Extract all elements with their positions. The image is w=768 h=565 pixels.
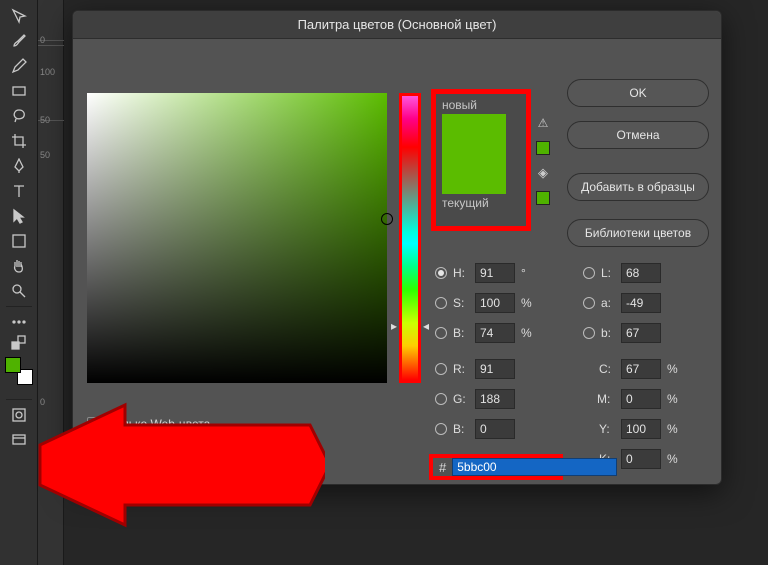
current-color-label: текущий [442, 196, 520, 210]
radio-a[interactable] [583, 297, 595, 309]
input-lb[interactable] [621, 323, 661, 343]
ruler-tick: 0 [40, 35, 45, 45]
zoom-tool-icon[interactable] [3, 279, 35, 303]
label-h: H: [453, 266, 465, 280]
web-only-label: Только Web-цвета [109, 417, 210, 431]
radio-h[interactable] [435, 267, 447, 279]
ok-button[interactable]: OK [567, 79, 709, 107]
label-r: R: [453, 362, 465, 376]
websafe-warning-icon[interactable]: ◈ [535, 165, 551, 181]
input-h[interactable] [475, 263, 515, 283]
color-field[interactable] [87, 93, 387, 383]
new-color-swatch[interactable] [442, 114, 506, 154]
web-only-checkbox[interactable] [87, 417, 101, 431]
vertical-ruler: 0 50 100 50 0 50 [38, 0, 64, 565]
gamut-nearest-swatch[interactable] [536, 141, 550, 155]
gamut-warning-icon[interactable]: ⚠ [535, 115, 551, 131]
more-tools-icon[interactable] [3, 310, 35, 334]
rectangle-tool-icon[interactable] [3, 79, 35, 103]
unit-pct-s: % [521, 296, 532, 310]
input-y[interactable] [621, 419, 661, 439]
label-lb: b: [601, 326, 611, 340]
quickmask-icon[interactable] [3, 403, 35, 427]
ruler-tick: 50 [40, 150, 50, 160]
input-k[interactable] [621, 449, 661, 469]
shape-tool-icon[interactable] [3, 229, 35, 253]
unit-deg: ° [521, 266, 526, 280]
input-L[interactable] [621, 263, 661, 283]
unit-pct-y: % [667, 422, 678, 436]
dialog-title[interactable]: Палитра цветов (Основной цвет) [73, 11, 721, 39]
label-y: Y: [599, 422, 610, 436]
color-warnings: ⚠ ◈ [535, 115, 551, 205]
radio-b[interactable] [435, 327, 447, 339]
current-color-swatch[interactable] [442, 154, 506, 194]
color-picker-dialog: Палитра цветов (Основной цвет) ▸ ◂ новый… [72, 10, 722, 485]
foreground-color-swatch[interactable] [5, 357, 21, 373]
input-r[interactable] [475, 359, 515, 379]
input-bl[interactable] [475, 419, 515, 439]
hex-row: # [429, 454, 563, 480]
input-c[interactable] [621, 359, 661, 379]
label-b: B: [453, 326, 464, 340]
input-m[interactable] [621, 389, 661, 409]
label-c: C: [599, 362, 611, 376]
label-s: S: [453, 296, 464, 310]
color-preview: новый текущий [431, 89, 531, 231]
websafe-nearest-swatch[interactable] [536, 191, 550, 205]
label-a: a: [601, 296, 611, 310]
hue-slider[interactable] [399, 93, 421, 383]
ruler-tick: 100 [40, 67, 55, 77]
radio-s[interactable] [435, 297, 447, 309]
radio-L[interactable] [583, 267, 595, 279]
color-libs-button[interactable]: Библиотеки цветов [567, 219, 709, 247]
crop-tool-icon[interactable] [3, 129, 35, 153]
unit-pct-b: % [521, 326, 532, 340]
ruler-tick: 50 [40, 115, 50, 125]
web-only-row[interactable]: Только Web-цвета [87, 417, 210, 431]
input-a[interactable] [621, 293, 661, 313]
label-m: M: [597, 392, 610, 406]
text-tool-icon[interactable] [3, 179, 35, 203]
tools-panel [0, 0, 38, 565]
color-field-cursor[interactable] [381, 213, 393, 225]
lasso-tool-icon[interactable] [3, 104, 35, 128]
color-swatches[interactable] [5, 357, 33, 385]
label-L: L: [601, 266, 611, 280]
unit-pct-c: % [667, 362, 678, 376]
input-g[interactable] [475, 389, 515, 409]
radio-r[interactable] [435, 363, 447, 375]
hex-hash: # [439, 460, 446, 475]
input-b[interactable] [475, 323, 515, 343]
label-bl: B: [453, 422, 464, 436]
ruler-tick: 50 [40, 472, 50, 482]
brush-tool-icon[interactable] [3, 29, 35, 53]
hue-slider-handle-left[interactable]: ▸ [391, 319, 397, 333]
path-select-tool-icon[interactable] [3, 204, 35, 228]
pen-tool-icon[interactable] [3, 154, 35, 178]
label-g: G: [453, 392, 466, 406]
move-tool-icon[interactable] [3, 4, 35, 28]
radio-lb[interactable] [583, 327, 595, 339]
unit-pct-m: % [667, 392, 678, 406]
hex-input[interactable] [452, 458, 617, 476]
swap-colors-icon[interactable] [3, 335, 35, 351]
unit-pct-k: % [667, 452, 678, 466]
screenmode-icon[interactable] [3, 428, 35, 452]
hand-tool-icon[interactable] [3, 254, 35, 278]
input-s[interactable] [475, 293, 515, 313]
new-color-label: новый [442, 98, 520, 112]
pencil-tool-icon[interactable] [3, 54, 35, 78]
ruler-tick: 0 [40, 397, 45, 407]
cancel-button[interactable]: Отмена [567, 121, 709, 149]
hue-slider-handle-right[interactable]: ◂ [423, 319, 429, 333]
radio-g[interactable] [435, 393, 447, 405]
radio-bl[interactable] [435, 423, 447, 435]
add-swatch-button[interactable]: Добавить в образцы [567, 173, 709, 201]
